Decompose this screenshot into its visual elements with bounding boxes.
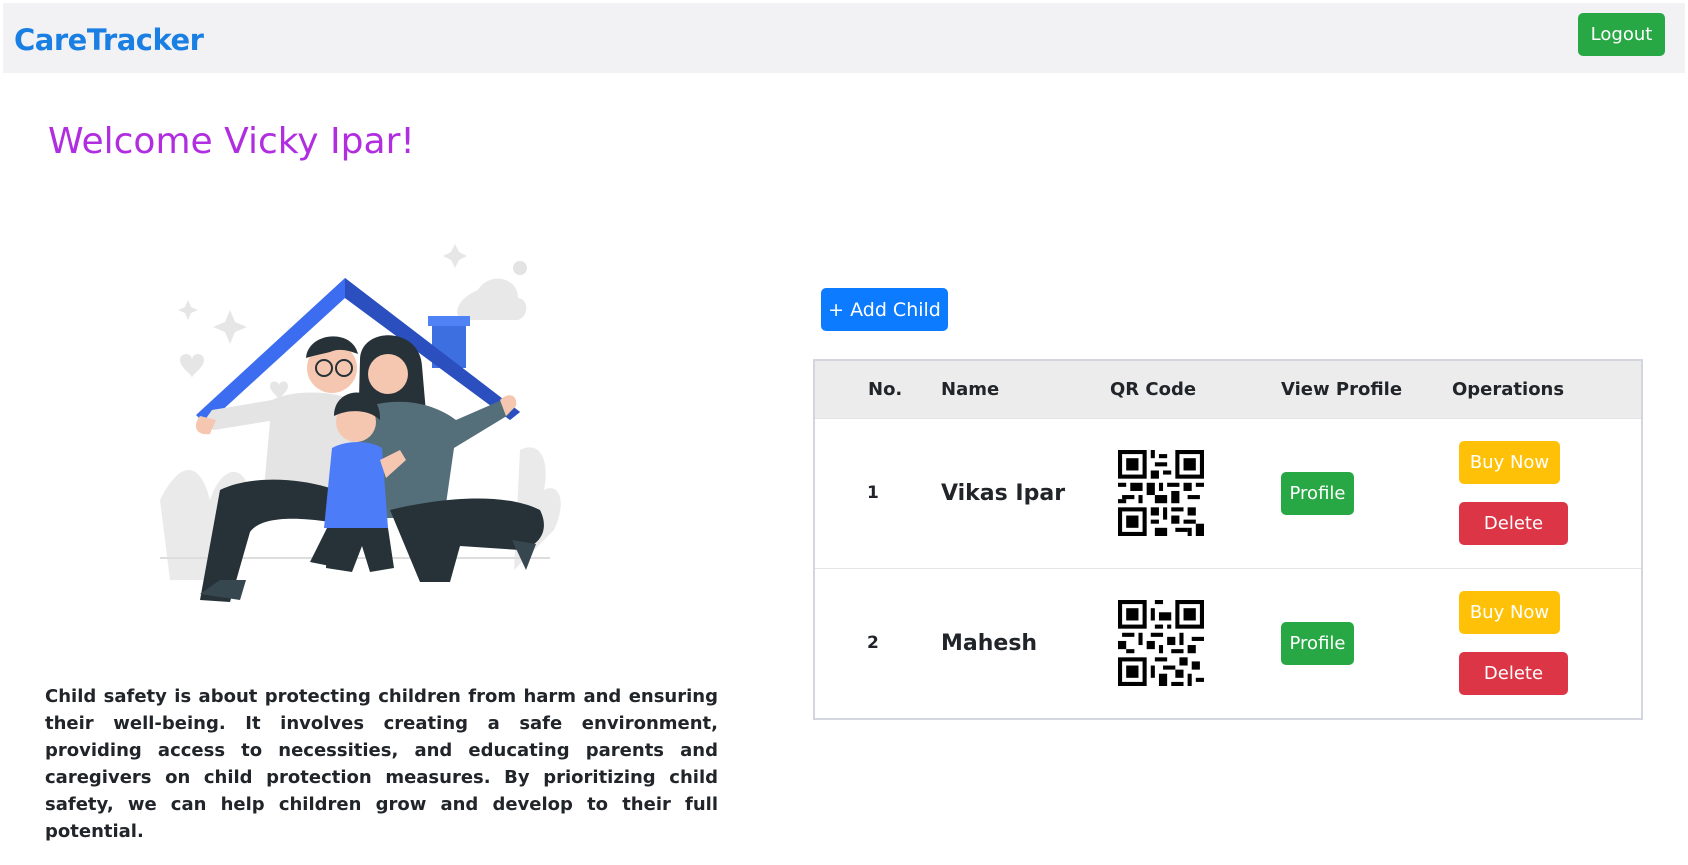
buy-now-button[interactable]: Buy Now <box>1459 591 1560 635</box>
buy-now-button[interactable]: Buy Now <box>1459 441 1560 484</box>
qr-cell <box>1110 418 1281 568</box>
profile-cell: Profile <box>1281 418 1452 568</box>
delete-button[interactable]: Delete <box>1459 652 1568 696</box>
welcome-heading: Welcome Vicky Ipar! <box>48 121 415 162</box>
qr-code-icon[interactable] <box>1118 450 1204 536</box>
qr-code-icon[interactable] <box>1118 600 1204 687</box>
navbar: CareTracker Logout <box>3 3 1685 73</box>
add-child-button[interactable]: + Add Child <box>821 288 948 331</box>
profile-button[interactable]: Profile <box>1281 471 1354 515</box>
header-name: Name <box>941 378 1000 400</box>
row-number: 2 <box>867 633 879 654</box>
header-operations: Operations <box>1452 378 1565 400</box>
table-row: 1 Vikas Ipar Profile Buy Now Delete <box>815 418 1641 568</box>
child-name: Mahesh <box>941 630 1038 656</box>
header-view-profile: View Profile <box>1281 378 1403 400</box>
profile-cell: Profile <box>1281 568 1452 718</box>
logout-button[interactable]: Logout <box>1578 13 1665 56</box>
profile-button[interactable]: Profile <box>1281 621 1354 665</box>
row-number: 1 <box>867 483 879 503</box>
brand-logo[interactable]: CareTracker <box>14 23 204 57</box>
family-illustration <box>160 244 561 602</box>
operations-cell: Buy Now Delete <box>1452 418 1641 568</box>
header-qr-code: QR Code <box>1110 378 1197 400</box>
children-table: No. Name QR Code View Profile Operations… <box>813 359 1643 720</box>
delete-button[interactable]: Delete <box>1459 502 1568 545</box>
qr-cell <box>1110 568 1281 718</box>
child-name: Vikas Ipar <box>941 480 1066 506</box>
child-safety-description: Child safety is about protecting childre… <box>45 686 718 842</box>
table-row: 2 Mahesh Profile Buy Now Delete <box>815 568 1641 718</box>
operations-cell: Buy Now Delete <box>1452 568 1641 718</box>
header-no: No. <box>868 378 903 400</box>
table-header-row: No. Name QR Code View Profile Operations <box>815 361 1641 418</box>
